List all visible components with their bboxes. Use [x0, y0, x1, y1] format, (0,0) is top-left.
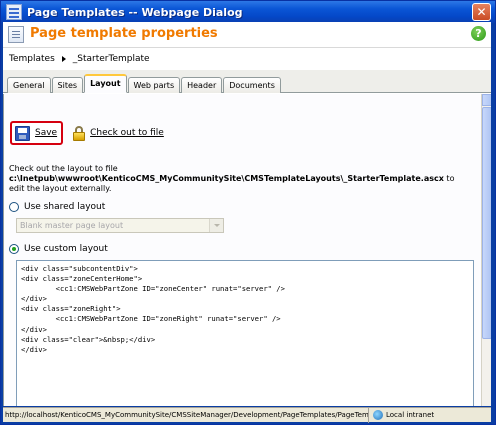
shared-layout-label: Use shared layout [24, 202, 106, 212]
title-bar[interactable]: Page Templates -- Webpage Dialog ✕ [1, 1, 495, 23]
shared-layout-select[interactable]: Blank master page layout [16, 218, 224, 233]
layout-toolbar: Save Check out to file [10, 120, 164, 146]
shared-layout-radio[interactable] [9, 202, 19, 212]
breadcrumb: Templates _StarterTemplate [3, 49, 491, 69]
status-bar: http://localhost/KenticoCMS_MyCommunityS… [3, 407, 491, 423]
save-button[interactable]: Save [10, 121, 64, 145]
checkout-label: Check out to file [90, 128, 164, 138]
security-zone: Local intranet [373, 410, 434, 420]
checkout-info-line2: c:\Inetpub\wwwroot\KenticoCMS_MyCommunit… [9, 174, 477, 184]
lock-icon [73, 125, 86, 141]
checkout-info-line1: Check out the layout to file [9, 164, 118, 173]
checkout-info-line3: edit the layout externally. [9, 184, 112, 193]
custom-layout-label: Use custom layout [24, 244, 108, 254]
layout-panel: Save Check out to file Check out the lay… [3, 94, 481, 406]
custom-layout-option[interactable]: Use custom layout [9, 244, 108, 254]
tab-documents[interactable]: Documents [223, 77, 281, 93]
status-url: http://localhost/KenticoCMS_MyCommunityS… [3, 407, 369, 423]
breadcrumb-arrow-icon [61, 56, 66, 62]
custom-layout-textarea[interactable]: <div class="subcontentDiv"> <div class="… [16, 260, 474, 406]
breadcrumb-current: _StarterTemplate [72, 54, 150, 64]
zone-label: Local intranet [386, 411, 435, 419]
shared-layout-option[interactable]: Use shared layout [9, 202, 105, 212]
close-button[interactable]: ✕ [472, 3, 491, 21]
tab-layout[interactable]: Layout [84, 74, 127, 93]
scroll-up-icon[interactable] [482, 94, 491, 106]
vertical-scrollbar[interactable] [481, 94, 491, 406]
scroll-thumb[interactable] [482, 107, 491, 339]
checkout-info-path-suffix: to [443, 174, 455, 183]
shared-layout-select-value: Blank master page layout [20, 221, 124, 230]
tab-header[interactable]: Header [181, 77, 223, 93]
custom-layout-radio[interactable] [9, 244, 19, 254]
tab-general[interactable]: General [7, 77, 51, 93]
tab-strip: General Sites Layout Web parts Header Do… [3, 70, 491, 93]
checkout-to-file-button[interactable]: Check out to file [63, 125, 164, 141]
breadcrumb-templates-link[interactable]: Templates [9, 54, 55, 64]
local-intranet-icon [373, 410, 383, 420]
page-header: Page template properties ? [3, 22, 491, 48]
tab-sites[interactable]: Sites [51, 77, 84, 93]
help-icon[interactable]: ? [471, 26, 486, 41]
save-label: Save [35, 128, 58, 138]
chevron-down-icon [209, 219, 223, 232]
layout-file-path: c:\Inetpub\wwwroot\KenticoCMS_MyCommunit… [9, 174, 444, 183]
template-properties-icon [8, 26, 24, 43]
window-title: Page Templates -- Webpage Dialog [27, 5, 243, 19]
tab-web-parts[interactable]: Web parts [127, 77, 181, 93]
save-floppy-icon [15, 125, 30, 141]
page-title: Page template properties [30, 26, 218, 41]
checkout-info: Check out the layout to file c:\Inetpub\… [9, 164, 477, 194]
dialog-content: Page template properties ? Templates _St… [3, 22, 491, 406]
page-templates-app-icon [6, 4, 22, 20]
